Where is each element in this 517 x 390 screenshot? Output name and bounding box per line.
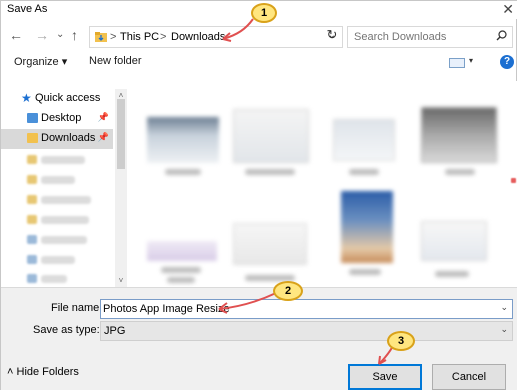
annotation-badge-1: 1 xyxy=(251,3,277,23)
sidebar-item-blurred[interactable] xyxy=(1,269,113,287)
sidebar-item-blurred[interactable] xyxy=(1,189,113,209)
navigation-pane: ★ Quick access Desktop 📌 Downloads 📌 xyxy=(1,89,127,287)
new-folder-button[interactable]: New folder xyxy=(89,55,142,67)
file-name-input[interactable] xyxy=(103,300,493,318)
organize-button[interactable]: Organize ▾ xyxy=(14,55,67,68)
sidebar-item-label: Desktop xyxy=(41,112,82,124)
save-button[interactable]: Save xyxy=(348,364,422,390)
view-options-icon[interactable] xyxy=(449,58,465,68)
annotation-badge-3: 3 xyxy=(387,331,415,351)
breadcrumb-separator: > xyxy=(110,31,117,43)
up-arrow-icon[interactable]: ↑ xyxy=(71,27,78,43)
save-as-type-select[interactable]: JPG ⌄ xyxy=(100,321,513,341)
address-bar[interactable]: > This PC > Downloads ⌄ xyxy=(89,26,343,48)
forward-arrow-icon[interactable]: → xyxy=(35,27,49,43)
desktop-folder-icon xyxy=(27,113,38,123)
back-arrow-icon[interactable]: ← xyxy=(9,27,23,43)
annotation-badge-2: 2 xyxy=(273,281,303,301)
red-marker xyxy=(511,178,516,183)
view-dropdown-icon[interactable]: ▾ xyxy=(469,56,473,65)
sidebar-item-blurred[interactable] xyxy=(1,169,113,189)
download-folder-icon xyxy=(27,133,38,143)
sidebar-item-downloads[interactable]: Downloads 📌 xyxy=(1,129,113,149)
refresh-icon[interactable]: ↻ xyxy=(323,27,341,43)
chevron-up-icon: ˄ xyxy=(7,366,14,378)
hide-folders-toggle[interactable]: ˄ Hide Folders xyxy=(7,366,79,378)
sidebar-item-label: Quick access xyxy=(35,92,101,104)
save-as-type-value: JPG xyxy=(104,325,126,337)
search-icon xyxy=(496,30,507,44)
scroll-thumb[interactable] xyxy=(117,99,125,169)
star-icon: ★ xyxy=(21,91,32,105)
pin-icon[interactable]: 📌 xyxy=(98,132,109,143)
sidebar-item-desktop[interactable]: Desktop 📌 xyxy=(1,109,113,129)
file-name-label: File name: xyxy=(51,302,103,314)
pin-icon[interactable]: 📌 xyxy=(98,112,109,123)
navigation-scrollbar[interactable]: ˄ ˅ xyxy=(115,89,127,287)
file-name-field[interactable]: ⌄ xyxy=(100,299,513,319)
window-title: Save As xyxy=(7,3,48,15)
sidebar-item-blurred[interactable] xyxy=(1,149,113,169)
scroll-down-icon[interactable]: ˅ xyxy=(115,276,127,285)
command-bar: Organize ▾ New folder ▾ ? xyxy=(1,53,517,75)
save-as-type-label: Save as type: xyxy=(33,324,100,336)
breadcrumb-this-pc[interactable]: This PC xyxy=(120,31,159,43)
sidebar-item-label: Downloads xyxy=(41,132,96,144)
file-list-pane[interactable] xyxy=(129,81,517,287)
search-box[interactable] xyxy=(347,26,513,48)
sidebar-item-blurred[interactable] xyxy=(1,229,113,249)
breadcrumb-separator: > xyxy=(160,31,167,43)
save-as-dialog: Save As ✕ ← → ⌄ ↑ > This PC > Downloads … xyxy=(0,0,517,390)
breadcrumb-downloads[interactable]: Downloads xyxy=(171,31,225,43)
sidebar-item-blurred[interactable] xyxy=(1,209,113,229)
address-row: ← → ⌄ ↑ > This PC > Downloads ⌄ ↻ xyxy=(1,23,517,49)
sidebar-item-quick-access[interactable]: ★ Quick access xyxy=(1,89,113,109)
dialog-footer: File name: ⌄ Save as type: JPG ⌄ ˄ Hide … xyxy=(1,287,517,390)
close-icon[interactable]: ✕ xyxy=(502,1,514,18)
file-name-dropdown-icon[interactable]: ⌄ xyxy=(500,302,508,313)
recent-locations-icon[interactable]: ⌄ xyxy=(56,29,64,40)
cancel-button[interactable]: Cancel xyxy=(432,364,506,390)
sidebar-item-blurred[interactable] xyxy=(1,249,113,269)
hide-folders-label: Hide Folders xyxy=(16,366,79,378)
search-input[interactable] xyxy=(354,27,484,47)
downloads-folder-icon xyxy=(95,32,107,42)
save-as-type-dropdown-icon[interactable]: ⌄ xyxy=(500,324,508,335)
help-icon[interactable]: ? xyxy=(500,55,514,69)
